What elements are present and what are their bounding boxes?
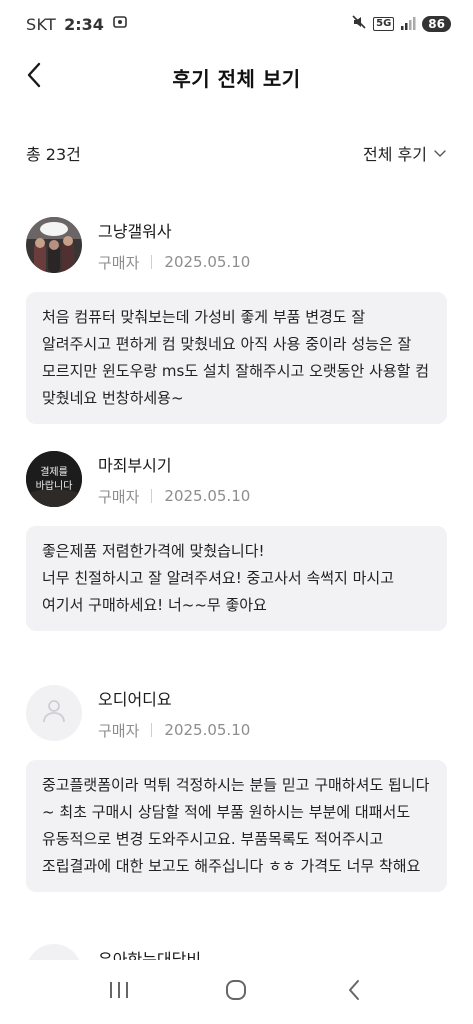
avatar[interactable] bbox=[26, 685, 82, 741]
status-right: 5G 86 bbox=[351, 14, 451, 34]
review-subinfo: 구매자 2025.05.10 bbox=[98, 486, 250, 507]
reviewer-name: 오디어디요 bbox=[98, 689, 172, 709]
system-back-button[interactable] bbox=[330, 968, 378, 1016]
screenshot-icon bbox=[112, 14, 128, 34]
home-button[interactable] bbox=[212, 968, 260, 1016]
recent-apps-icon bbox=[108, 980, 130, 1004]
back-button[interactable] bbox=[18, 60, 50, 94]
chevron-down-icon bbox=[433, 144, 447, 163]
review-summary-row: 총 23건 전체 후기 bbox=[26, 138, 447, 168]
status-left: SKT 2:34 bbox=[26, 14, 128, 34]
network-type-icon: 5G bbox=[373, 17, 395, 31]
review-line: 좋은제품 저렴한가격에 맞췄습니다! bbox=[42, 542, 265, 560]
reviewer-role: 구매자 bbox=[98, 487, 140, 506]
review-line: 너무 친절하시고 잘 알려주셔요! 중고사서 속썩지 마시고 bbox=[42, 569, 395, 587]
review-header: 그냥갤워사 구매자 2025.05.10 bbox=[26, 212, 447, 278]
review-date: 2025.05.10 bbox=[164, 721, 251, 739]
reviewer-name: 마죄부시기 bbox=[98, 455, 172, 475]
review-subinfo: 구매자 2025.05.10 bbox=[98, 720, 250, 741]
review-meta: 마죄부시기 구매자 2025.05.10 bbox=[98, 452, 250, 507]
avatar[interactable] bbox=[26, 217, 82, 273]
review-text: 좋은제품 저렴한가격에 맞췄습니다! 너무 친절하시고 잘 알려주셔요! 중고사… bbox=[26, 526, 447, 631]
default-user-icon bbox=[40, 697, 68, 729]
chevron-left-icon bbox=[26, 62, 42, 92]
signal-icon bbox=[400, 15, 416, 34]
review-header: 결제를 바랍니다 마죄부시기 구매자 2025.05.10 bbox=[26, 446, 447, 512]
review-text: 처음 컴퓨터 맞춰보는데 가성비 좋게 부품 변경도 잘 알려주시고 편하게 컴… bbox=[26, 292, 447, 424]
mute-icon bbox=[351, 14, 367, 34]
reviewer-name: 그냥갤워사 bbox=[98, 221, 172, 241]
review-date: 2025.05.10 bbox=[164, 487, 251, 505]
reviewer-role: 구매자 bbox=[98, 721, 140, 740]
review-meta: 오디어디요 구매자 2025.05.10 bbox=[98, 686, 250, 741]
review-header: 오디어디요 구매자 2025.05.10 bbox=[26, 680, 447, 746]
review-text: 중고플랫폼이라 먹튀 걱정하시는 분들 믿고 구매하셔도 됩니다~ 최초 구매시… bbox=[26, 760, 447, 892]
divider bbox=[151, 489, 153, 503]
avatar[interactable]: 결제를 바랍니다 bbox=[26, 451, 82, 507]
review-line: 여기서 구매하세요! 너~~무 좋아요 bbox=[42, 596, 267, 614]
reviewer-role: 구매자 bbox=[98, 253, 140, 272]
carrier-label: SKT bbox=[26, 14, 57, 34]
review-filter-label: 전체 후기 bbox=[363, 145, 427, 164]
back-icon bbox=[347, 979, 361, 1005]
divider bbox=[151, 255, 153, 269]
top-app-bar: 후기 전체 보기 bbox=[0, 50, 473, 104]
review-line: 중고플랫폼이라 먹튀 걱정하시는 분들 믿고 구매하셔도 됩니다~ 최초 구매시… bbox=[42, 776, 430, 875]
review-subinfo: 구매자 2025.05.10 bbox=[98, 252, 250, 273]
review-date: 2025.05.10 bbox=[164, 253, 251, 271]
home-icon bbox=[224, 978, 248, 1006]
recent-apps-button[interactable] bbox=[95, 968, 143, 1016]
reviewer-name: 우아한는대닥비 bbox=[98, 950, 202, 960]
page-title: 후기 전체 보기 bbox=[172, 66, 301, 91]
review-line: 처음 컴퓨터 맞춰보는데 가성비 좋게 부품 변경도 잘 알려주시고 편하게 컴… bbox=[42, 308, 430, 407]
status-time: 2:34 bbox=[64, 14, 104, 34]
battery-icon: 86 bbox=[422, 16, 451, 32]
avatar[interactable] bbox=[26, 944, 82, 960]
avatar-text-line: 바랍니다 bbox=[36, 479, 73, 492]
review-item: 그냥갤워사 구매자 2025.05.10 처음 컴퓨터 맞춰보는데 가성비 좋게… bbox=[26, 212, 447, 446]
avatar-text-line: 결제를 bbox=[40, 466, 68, 478]
review-filter-dropdown[interactable]: 전체 후기 bbox=[363, 141, 447, 165]
review-list: 그냥갤워사 구매자 2025.05.10 처음 컴퓨터 맞춰보는데 가성비 좋게… bbox=[26, 212, 447, 914]
review-item: 오디어디요 구매자 2025.05.10 중고플랫폼이라 먹튀 걱정하시는 분들… bbox=[26, 680, 447, 914]
total-review-count: 총 23건 bbox=[26, 145, 81, 164]
status-bar: SKT 2:34 5G 86 bbox=[0, 0, 473, 48]
review-item-partial: 우아한는대닥비 bbox=[26, 944, 447, 960]
review-item: 결제를 바랍니다 마죄부시기 구매자 2025.05.10 좋은제품 저렴한가격… bbox=[26, 446, 447, 680]
review-meta: 그냥갤워사 구매자 2025.05.10 bbox=[98, 218, 250, 273]
system-nav-bar bbox=[0, 960, 473, 1024]
divider bbox=[151, 723, 153, 737]
